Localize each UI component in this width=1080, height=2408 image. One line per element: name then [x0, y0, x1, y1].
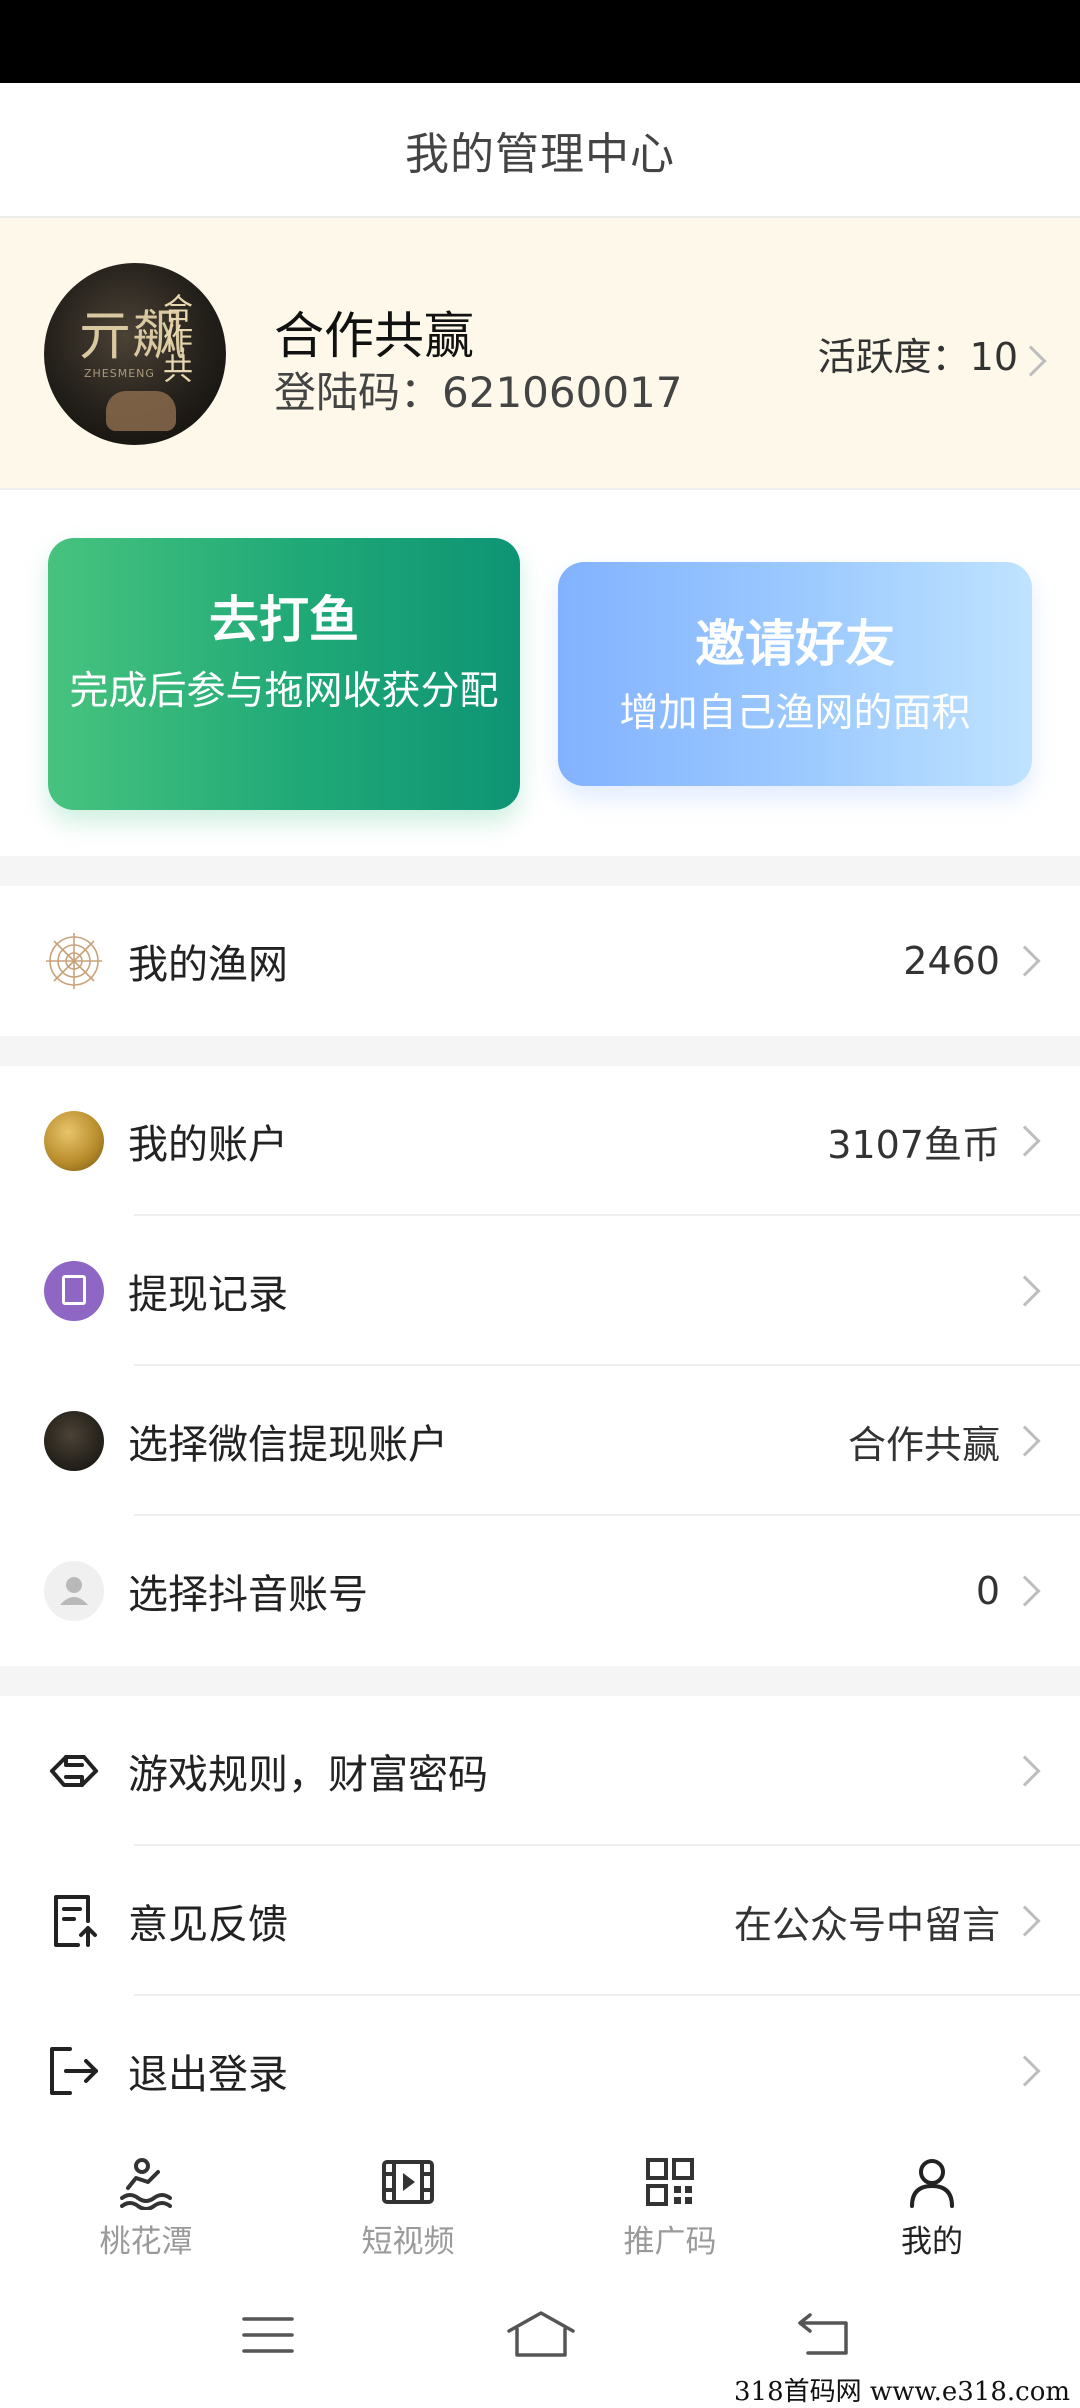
default-user-icon [44, 1561, 104, 1621]
menu-item-douyin-account[interactable]: 选择抖音账号 0 [0, 1516, 1080, 1666]
feedback-document-icon [44, 1891, 104, 1951]
gold-coin-icon [44, 1111, 104, 1171]
chevron-right-icon [1009, 2055, 1041, 2087]
section-gap [0, 856, 1080, 886]
tab-promo-code[interactable]: 推广码 [570, 2154, 770, 2261]
chevron-right-icon [1015, 345, 1047, 377]
menu-item-my-account[interactable]: 我的账户 3107鱼币 [0, 1066, 1080, 1216]
menu-item-withdraw-records[interactable]: 提现记录 [0, 1216, 1080, 1366]
invite-friends-button[interactable]: 邀请好友 增加自己渔网的面积 [558, 562, 1032, 786]
menu-label: 选择微信提现账户 [128, 1422, 448, 1468]
menu-value: 0 [975, 1569, 1000, 1613]
top-nav-bar: 我的管理中心 [0, 83, 1080, 218]
menu-icon[interactable] [240, 2313, 296, 2361]
chevron-right-icon [1009, 1425, 1041, 1457]
section-gap [0, 1036, 1080, 1066]
invite-friends-subtitle: 增加自己渔网的面积 [619, 691, 971, 736]
section-gap [0, 1666, 1080, 1696]
activity-level[interactable]: 活跃度：10 [818, 326, 1018, 381]
tab-label: 桃花潭 [99, 2224, 193, 2260]
go-fishing-title: 去打鱼 [209, 591, 359, 649]
go-fishing-subtitle: 完成后参与拖网收获分配 [69, 669, 499, 714]
status-bar [0, 0, 1080, 83]
person-icon [832, 2154, 1032, 2210]
back-icon[interactable] [796, 2309, 852, 2363]
qrcode-icon [570, 2154, 770, 2210]
chevron-right-icon [1009, 1125, 1041, 1157]
tab-taohuatan[interactable]: 桃花潭 [46, 2154, 246, 2261]
menu-value: 合作共赢 [847, 1422, 1000, 1467]
login-code: 登陆码：621060017 [274, 368, 683, 417]
user-avatar-icon [44, 1411, 104, 1471]
menu-label: 意见反馈 [128, 1902, 288, 1948]
menu-label: 选择抖音账号 [128, 1572, 368, 1618]
bottom-tab-bar: 桃花潭 短视频 推广码 我的 [0, 2140, 1080, 2285]
system-navigation-bar: 318首码网 www.e318.com [0, 2285, 1080, 2408]
menu-item-my-net[interactable]: 我的渔网 2460 [0, 886, 1080, 1036]
chevron-right-icon [1009, 1905, 1041, 1937]
page-title: 我的管理中心 [405, 128, 675, 180]
menu-item-logout[interactable]: 退出登录 [0, 1996, 1080, 2146]
chevron-right-icon [1009, 1275, 1041, 1307]
menu-label: 提现记录 [128, 1272, 288, 1318]
menu-label: 退出登录 [128, 2052, 288, 2098]
avatar-text-small: ZHESMENG [84, 367, 155, 380]
chevron-right-icon [1009, 945, 1041, 977]
tab-short-video[interactable]: 短视频 [308, 2154, 508, 2261]
menu-item-game-rules[interactable]: 游戏规则，财富密码 [0, 1696, 1080, 1846]
user-name: 合作共赢 [274, 307, 474, 365]
logout-icon [44, 2041, 104, 2101]
menu-label: 游戏规则，财富密码 [128, 1752, 488, 1798]
tab-label: 短视频 [361, 2224, 455, 2260]
tab-mine[interactable]: 我的 [832, 2154, 1032, 2261]
video-icon [308, 2154, 508, 2210]
handshake-image [106, 391, 176, 431]
menu-item-wechat-account[interactable]: 选择微信提现账户 合作共赢 [0, 1366, 1080, 1516]
chevron-right-icon [1009, 1755, 1041, 1787]
home-icon[interactable] [505, 2307, 577, 2365]
tab-label: 推广码 [623, 2224, 717, 2260]
menu-label: 我的账户 [128, 1122, 288, 1168]
menu-label: 我的渔网 [128, 942, 288, 988]
watermark: 318首码网 www.e318.com [730, 2371, 1074, 2408]
document-icon [44, 1261, 104, 1321]
menu-value: 2460 [903, 939, 1000, 983]
go-fishing-button[interactable]: 去打鱼 完成后参与拖网收获分配 [48, 538, 520, 810]
tab-label: 我的 [901, 2224, 963, 2260]
menu-item-feedback[interactable]: 意见反馈 在公众号中留言 [0, 1846, 1080, 1996]
avatar-text-side: 合作共 [157, 293, 192, 383]
avatar[interactable]: 亓飙 合作共 ZHESMENG [44, 263, 226, 445]
swap-arrows-icon [44, 1741, 104, 1801]
fishing-icon [46, 2154, 246, 2210]
spider-web-icon [44, 931, 104, 991]
invite-friends-title: 邀请好友 [695, 615, 895, 673]
action-cards: 去打鱼 完成后参与拖网收获分配 邀请好友 增加自己渔网的面积 [0, 490, 1080, 856]
menu-value: 3107鱼币 [827, 1122, 1000, 1167]
menu-value: 在公众号中留言 [733, 1902, 1000, 1947]
profile-header[interactable]: 亓飙 合作共 ZHESMENG 合作共赢 登陆码：621060017 活跃度：1… [0, 218, 1080, 490]
chevron-right-icon [1009, 1575, 1041, 1607]
